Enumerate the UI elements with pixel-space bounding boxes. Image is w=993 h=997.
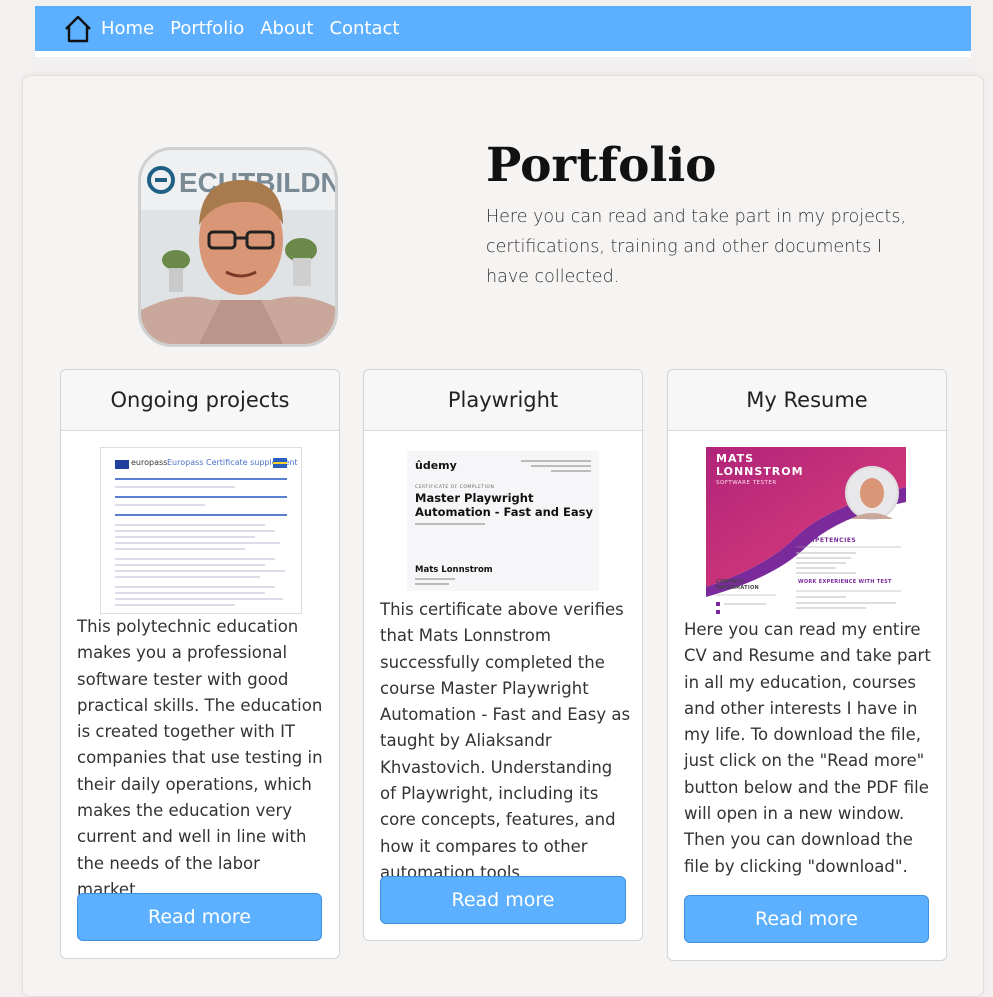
udemy-certificate-thumbnail[interactable]: ûdemy CERTIFICATE OF COMPLETION Master P… (407, 451, 599, 591)
nav-about-link[interactable]: About (260, 18, 313, 39)
nav-home-link[interactable]: Home (101, 18, 154, 39)
europass-brand: europass (131, 458, 168, 467)
certificate-course: Master Playwright Automation - Fast and … (415, 491, 593, 519)
card-title: My Resume (668, 370, 946, 431)
profile-avatar: ECUTBILDNING (138, 147, 338, 347)
intro-text: Here you can read and take part in my pr… (486, 207, 907, 287)
read-more-button[interactable]: Read more (380, 876, 626, 924)
resume-role: SOFTWARE TESTER (716, 480, 777, 486)
read-more-button[interactable]: Read more (684, 895, 929, 943)
resume-name: MATS LONNSTROM (716, 452, 804, 478)
card-description: This certificate above verifies that Mat… (380, 600, 631, 882)
nav-contact-link[interactable]: Contact (329, 18, 399, 39)
resume-section-competencies: COMPETENCIES (798, 537, 857, 544)
card-title: Playwright (364, 370, 642, 431)
resume-section-contact: CONTACT INFORMATION (716, 579, 760, 591)
resume-thumbnail[interactable]: MATS LONNSTROM SOFTWARE TESTER COMPETENC… (706, 447, 906, 615)
card-description: This polytechnic education makes you a p… (77, 617, 323, 899)
certificate-kicker: CERTIFICATE OF COMPLETION (415, 485, 495, 490)
certificate-name: Mats Lonnstrom (415, 565, 493, 575)
page-title: Portfolio (486, 138, 717, 193)
navbar-divider (35, 51, 971, 57)
resume-section-experience: WORK EXPERIENCE WITH TEST (798, 579, 892, 585)
card-description: Here you can read my entire CV and Resum… (684, 620, 931, 876)
card-title: Ongoing projects (61, 370, 339, 431)
top-navbar: Home Portfolio About Contact (35, 6, 971, 51)
europass-certificate-thumbnail[interactable]: europass Europass Certificate supplement (100, 447, 302, 614)
nav-portfolio-link[interactable]: Portfolio (170, 18, 244, 39)
home-icon[interactable] (63, 14, 93, 44)
udemy-brand: ûdemy (415, 459, 457, 472)
read-more-button[interactable]: Read more (77, 893, 322, 941)
